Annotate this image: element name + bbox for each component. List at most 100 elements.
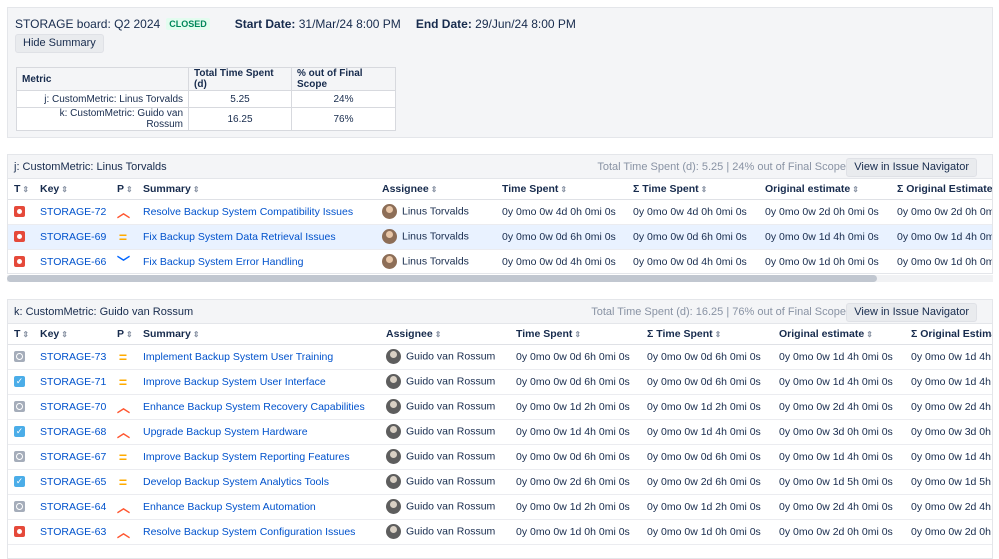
view-in-issue-navigator-button[interactable]: View in Issue Navigator	[846, 303, 977, 322]
issue-key-link[interactable]: STORAGE-67	[40, 451, 106, 463]
sort-icon[interactable]: ⇕	[22, 330, 29, 339]
assignee-column-header[interactable]: Assignee ⇕	[380, 324, 510, 345]
priority-column-header[interactable]: P ⇕	[111, 179, 137, 200]
issue-summary-link[interactable]: Resolve Backup System Configuration Issu…	[143, 526, 355, 538]
type-cell: ✓	[8, 469, 34, 495]
avatar	[382, 229, 397, 244]
issue-row[interactable]: STORAGE-73 = Implement Backup System User …	[8, 344, 992, 370]
issue-row[interactable]: ✓ STORAGE-71 = Improve Backup System User I…	[8, 369, 992, 395]
sum-time-spent-cell: 0y 0mo 0w 0d 4h 0mi 0s	[627, 249, 759, 273]
avatar	[382, 254, 397, 269]
avatar	[386, 374, 401, 389]
view-in-issue-navigator-button[interactable]: View in Issue Navigator	[846, 158, 977, 177]
task-checkbox-icon: ✓	[14, 426, 25, 438]
issue-summary-link[interactable]: Improve Backup System Reporting Features	[143, 451, 350, 463]
issue-row[interactable]: STORAGE-64 ︿ Enhance Backup System Automat…	[8, 494, 992, 520]
column-headers: T ⇕ Key ⇕ P ⇕ Summary ⇕ Assignee ⇕ Time Spent ⇕ Σ Ti…	[8, 324, 992, 345]
sort-icon[interactable]: ⇕	[193, 330, 200, 339]
summary-column-header[interactable]: Summary ⇕	[137, 179, 376, 200]
issue-table: T ⇕ Key ⇕ P ⇕ Summary ⇕ Assignee ⇕ Time Spent ⇕ Σ Ti…	[8, 179, 992, 273]
sort-icon[interactable]: ⇕	[126, 330, 133, 339]
avatar	[382, 204, 397, 219]
sort-icon[interactable]: ⇕	[435, 330, 442, 339]
original-estimate-cell: 0y 0mo 0w 3d 0h 0mi 0s	[773, 419, 905, 445]
issue-row[interactable]: STORAGE-70 ︿ Enhance Backup System Recover…	[8, 394, 992, 420]
issue-key-link[interactable]: STORAGE-63	[40, 526, 106, 538]
assignee-name: Guido van Rossum	[406, 525, 496, 538]
sort-icon[interactable]: ⇕	[126, 185, 133, 194]
key-column-header[interactable]: Key ⇕	[34, 179, 111, 200]
issue-summary-link[interactable]: Upgrade Backup System Hardware	[143, 426, 308, 438]
type-cell: ✓	[8, 419, 34, 445]
sort-icon[interactable]: ⇕	[701, 185, 708, 194]
time-spent-column-header[interactable]: Time Spent ⇕	[496, 179, 627, 200]
sum-time-spent-cell: 0y 0mo 0w 0d 6h 0mi 0s	[641, 369, 773, 395]
sort-icon[interactable]: ⇕	[22, 185, 29, 194]
issue-summary-link[interactable]: Enhance Backup System Recovery Capabilit…	[143, 401, 365, 413]
sum-original-estimate-cell: 0y 0mo 0w 2d 0h 0mi	[891, 199, 992, 225]
sum-time-spent-column-header[interactable]: Σ Time Spent ⇕	[627, 179, 759, 200]
subtask-icon	[14, 451, 25, 463]
issue-key-link[interactable]: STORAGE-73	[40, 351, 106, 363]
sort-icon[interactable]: ⇕	[852, 185, 859, 194]
column-label: Σ Time Spent	[647, 327, 713, 340]
hide-summary-button[interactable]: Hide Summary	[15, 34, 104, 53]
key-column-header[interactable]: Key ⇕	[34, 324, 111, 345]
issue-row[interactable]: ✓ STORAGE-65 = Develop Backup System Analyt…	[8, 469, 992, 495]
sort-icon[interactable]: ⇕	[61, 185, 68, 194]
summary-column-header[interactable]: Summary ⇕	[137, 324, 380, 345]
sort-icon[interactable]: ⇕	[866, 330, 873, 339]
issue-key-link[interactable]: STORAGE-71	[40, 376, 106, 388]
metric-section-linus: j: CustomMetric: Linus Torvalds Total Ti…	[7, 154, 993, 274]
sort-icon[interactable]: ⇕	[61, 330, 68, 339]
original-estimate-column-header[interactable]: Original estimate ⇕	[759, 179, 891, 200]
sort-icon[interactable]: ⇕	[574, 330, 581, 339]
issue-key-link[interactable]: STORAGE-68	[40, 426, 106, 438]
priority-cell: =	[111, 344, 137, 370]
issue-summary-link[interactable]: Improve Backup System User Interface	[143, 376, 326, 388]
key-cell: STORAGE-70	[34, 394, 111, 420]
issue-key-link[interactable]: STORAGE-70	[40, 401, 106, 413]
horizontal-scrollbar[interactable]	[7, 275, 993, 282]
sort-icon[interactable]: ⇕	[715, 330, 722, 339]
issue-row[interactable]: STORAGE-67 = Improve Backup System Reporti…	[8, 444, 992, 470]
sort-icon[interactable]: ⇕	[560, 185, 567, 194]
sort-icon[interactable]: ⇕	[431, 185, 438, 194]
priority-medium-icon: =	[118, 473, 128, 490]
issue-row[interactable]: ✓ STORAGE-68 ︿ Upgrade Backup System Hardwa…	[8, 419, 992, 445]
issue-key-link[interactable]: STORAGE-69	[40, 231, 106, 243]
original-estimate-column-header[interactable]: Original estimate ⇕	[773, 324, 905, 345]
issue-summary-link[interactable]: Fix Backup System Data Retrieval Issues	[143, 231, 336, 243]
issue-key-link[interactable]: STORAGE-65	[40, 476, 106, 488]
sum-time-spent-column-header[interactable]: Σ Time Spent ⇕	[641, 324, 773, 345]
type-cell	[8, 394, 34, 420]
sum-original-estimate-column-header[interactable]: Σ Original Estimate⇕	[905, 324, 992, 345]
assignee-column-header[interactable]: Assignee ⇕	[376, 179, 496, 200]
time-spent-column-header[interactable]: Time Spent ⇕	[510, 324, 641, 345]
percent-scope-header: % out of Final Scope	[291, 67, 396, 91]
sort-icon[interactable]: ⇕	[193, 185, 200, 194]
issue-summary-link[interactable]: Enhance Backup System Automation	[143, 501, 316, 513]
issue-key-link[interactable]: STORAGE-72	[40, 206, 106, 218]
issue-summary-link[interactable]: Implement Backup System User Training	[143, 351, 333, 363]
issue-key-link[interactable]: STORAGE-64	[40, 501, 106, 513]
issue-row[interactable]: STORAGE-66 ﹀ Fix Backup System Error Handl…	[8, 249, 992, 273]
section-stats: Total Time Spent (d): 5.25 | 24% out of …	[597, 161, 846, 173]
issue-key-link[interactable]: STORAGE-66	[40, 256, 106, 268]
issue-row[interactable]: STORAGE-63 ︿ Resolve Backup System Configu…	[8, 519, 992, 545]
sum-time-spent-cell: 0y 0mo 0w 1d 4h 0mi 0s	[641, 419, 773, 445]
issue-summary-link[interactable]: Resolve Backup System Compatibility Issu…	[143, 206, 353, 218]
summary-cell: Upgrade Backup System Hardware	[137, 419, 380, 445]
issue-summary-link[interactable]: Fix Backup System Error Handling	[143, 256, 303, 268]
metric-time: 5.25	[188, 90, 292, 108]
total-time-header: Total Time Spent (d)	[188, 67, 292, 91]
priority-column-header[interactable]: P ⇕	[111, 324, 137, 345]
issue-row[interactable]: STORAGE-69 = Fix Backup System Data Retrie…	[8, 224, 992, 250]
summary-cell: Improve Backup System Reporting Features	[137, 444, 380, 470]
issue-summary-link[interactable]: Develop Backup System Analytics Tools	[143, 476, 329, 488]
scrollbar-thumb[interactable]	[7, 275, 877, 282]
priority-cell: =	[111, 369, 137, 395]
sum-original-estimate-column-header[interactable]: Σ Original Estimate⇕	[891, 179, 992, 200]
subtask-icon	[14, 501, 25, 513]
issue-row[interactable]: STORAGE-72 ︿ Resolve Backup System Compati…	[8, 199, 992, 225]
